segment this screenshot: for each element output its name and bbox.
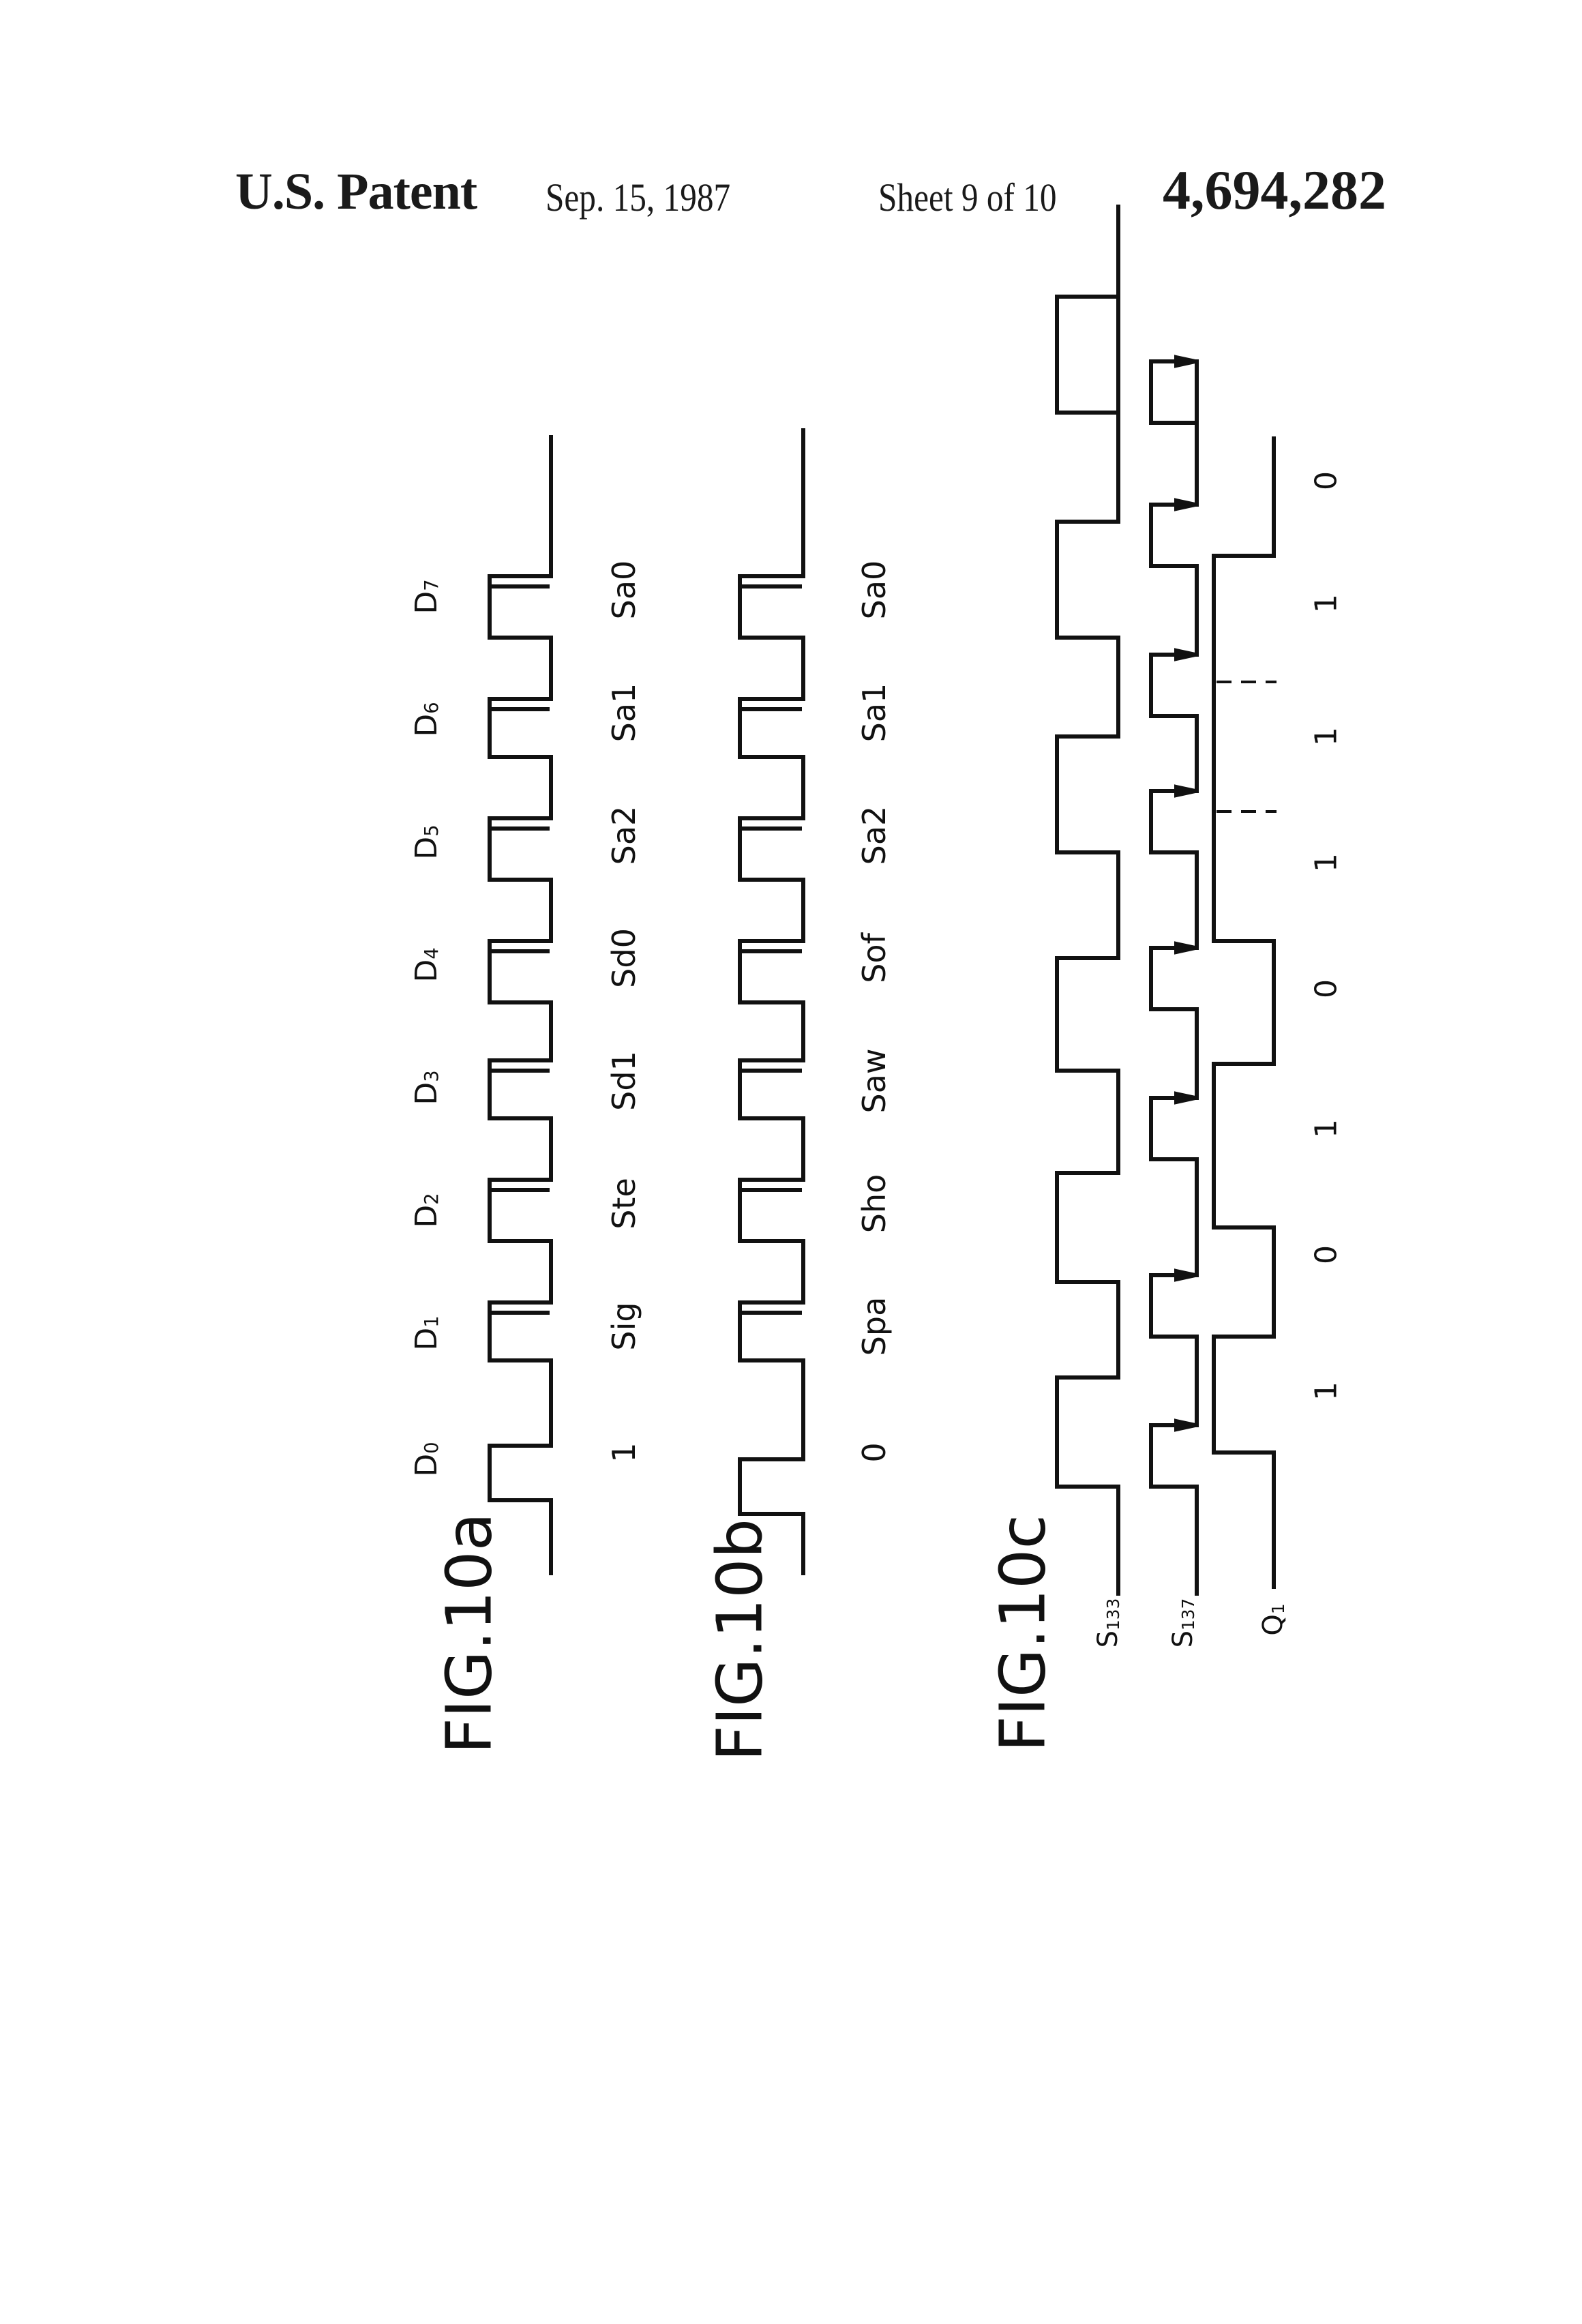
fig10c-bit-value: 1 (1309, 1119, 1344, 1138)
fig10a-value-label: Sd0 (606, 928, 642, 988)
fig10a-value-label: Sa1 (606, 683, 642, 743)
fig10b-title: FIG.10b (704, 1519, 777, 1761)
fig10c-arrow-icon (1174, 648, 1196, 661)
fig10c-title: FIG.10c (987, 1515, 1060, 1752)
fig10a-title: FIG.10a (433, 1513, 506, 1754)
fig10a-period-label-d6: D6 (409, 702, 444, 736)
fig10a-period-label-d5: D5 (409, 824, 444, 859)
fig10a-period-label-d7: D7 (409, 579, 444, 614)
fig10c-s133-waveform (1055, 205, 1120, 1575)
fig10b-value-label: Sa1 (856, 683, 893, 743)
fig10c-arrow-icon (1174, 1091, 1196, 1105)
fig10a-period-label-d4: D4 (409, 947, 444, 982)
timing-diagram: D0 D1 D2 D3 D4 D5 D6 D7 1 Sig Ste Sd1 Sd0 Sa2 Sa1 Sa0 0 S… (409, 205, 1344, 1761)
fig10a-value-label: Sd1 (606, 1051, 642, 1111)
fig10c-bit-value: 1 (1309, 594, 1344, 613)
fig10c-s133-label: S133 (1092, 1598, 1124, 1648)
fig10c-bit-value: 0 (1309, 471, 1344, 490)
fig10b-value-label: Sof (856, 932, 893, 983)
fig10c-arrow-icon (1174, 1268, 1196, 1282)
fig10b-value-label: Sa0 (856, 561, 893, 620)
fig10a-value-label: Sig (606, 1302, 642, 1350)
fig10b-value-label: Saw (856, 1048, 893, 1113)
fig10a-period-label-d3: D3 (409, 1070, 444, 1105)
fig10c-q1-label: Q1 (1257, 1603, 1289, 1635)
fig10c-s137-waveform (1149, 359, 1199, 1575)
fig10a-value-label: Sa2 (606, 806, 642, 865)
fig10b-value-label: 0 (856, 1442, 893, 1462)
fig10a-period-label-d0: D0 (409, 1442, 444, 1476)
fig10c-q1-waveform (1212, 436, 1276, 1575)
fig10a-value-label: 1 (606, 1442, 642, 1462)
fig10c-bit-value: 1 (1309, 853, 1344, 872)
fig10c-arrow-icon (1174, 498, 1196, 511)
fig10c-bit-value: 1 (1309, 727, 1344, 746)
fig10c-bit-value: 1 (1309, 1382, 1344, 1401)
fig10c-bit-value: 0 (1309, 979, 1344, 998)
fig10a-period-label-d1: D1 (409, 1315, 444, 1350)
fig10b-waveform (738, 428, 805, 1575)
fig10c-arrow-icon (1174, 941, 1196, 955)
fig10c-s137-label: S137 (1167, 1598, 1199, 1648)
fig10b-value-label: Sho (856, 1174, 893, 1234)
fig10c-bit-value: 0 (1309, 1245, 1344, 1264)
fig10a-value-label: Ste (606, 1178, 642, 1230)
fig10b-value-label: Spa (856, 1297, 893, 1356)
fig10c-arrow-icon (1174, 1418, 1196, 1432)
fig10a-waveform (488, 435, 553, 1575)
fig10a-period-label-d2: D2 (409, 1193, 444, 1227)
fig10b-value-label: Sa2 (856, 806, 893, 865)
fig10c-arrow-icon (1174, 355, 1196, 368)
fig10c-arrow-icon (1174, 784, 1196, 798)
fig10a-value-label: Sa0 (606, 561, 642, 620)
